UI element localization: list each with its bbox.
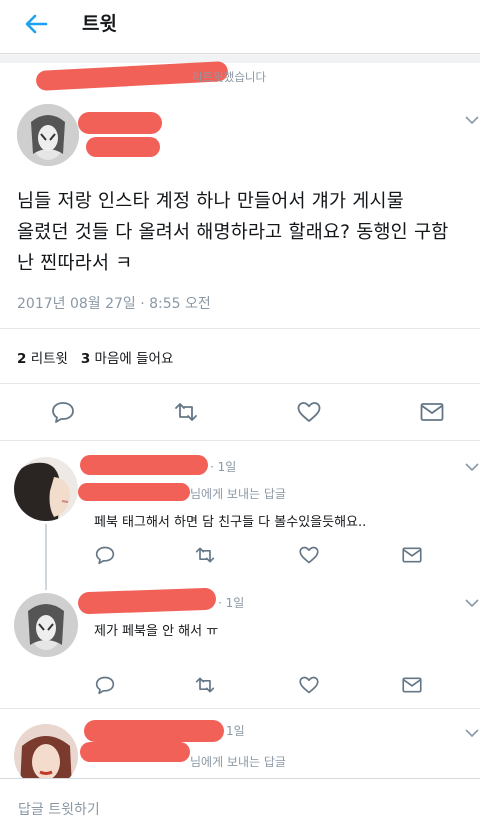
retweet-label: 리트윗 [30,351,68,367]
reply-time: · 1일 [210,460,237,474]
direct-message-icon[interactable] [419,400,445,424]
tweet-timestamp: 2017년 08월 27일 · 8:55 오전 [17,296,211,312]
like-icon[interactable] [298,675,320,695]
divider [0,440,480,441]
chevron-down-icon[interactable] [465,115,479,125]
divider [0,708,480,709]
back-arrow-icon[interactable] [22,10,50,38]
divider [0,383,480,384]
like-icon[interactable] [298,545,320,565]
thread-connector [45,524,47,590]
tweet-line: 난 찐따라서 ㅋ [17,253,133,274]
chevron-down-icon[interactable] [465,728,479,738]
tweet-line: 님들 저랑 인스타 계정 하나 만들어서 걔가 게시물 [17,191,404,212]
retweet-notice: 리트윗했습니다 [192,70,267,84]
reply-to-label: 님에게 보내는 답글 [190,755,286,769]
redacted-handle [80,742,190,762]
reply-text: 제가 페북을 안 해서 ㅠ [94,624,219,639]
retweet-icon[interactable] [194,545,216,565]
redacted-display-name [78,112,162,134]
redacted-reply-to [78,483,190,501]
separator-band [0,55,480,63]
page-title: 트윗 [82,13,117,35]
reply-icon[interactable] [50,400,76,424]
direct-message-icon[interactable] [401,545,423,565]
tweet-text: 님들 저랑 인스타 계정 하나 만들어서 걔가 게시물 올렸던 것들 다 올려서… [17,186,473,279]
avatar[interactable] [14,593,78,657]
redacted-display-name [80,455,208,475]
reply-icon[interactable] [94,675,116,695]
tweet-stats[interactable]: 2 리트윗 3 마음에 들어요 [17,347,173,367]
reply-to-label: 님에게 보내는 답글 [190,487,286,501]
avatar[interactable] [17,104,79,166]
redacted-handle [86,137,160,157]
reply-time: · 1일 [218,596,245,610]
avatar[interactable] [14,457,78,521]
like-icon[interactable] [296,400,322,424]
retweet-count: 2 [17,351,27,367]
reply-text: 페북 태그해서 하면 담 친구들 다 볼수있을듯해요.. [94,515,367,530]
chevron-down-icon[interactable] [465,598,479,608]
divider [0,328,480,329]
retweet-icon[interactable] [194,675,216,695]
like-count: 3 [80,351,91,367]
reply-compose-bar[interactable]: 답글 트윗하기 [0,778,480,834]
like-label: 마음에 들어요 [94,351,174,367]
redacted-display-name [84,720,224,742]
reply-icon[interactable] [94,545,116,565]
redacted-display-name [77,587,217,615]
retweet-icon[interactable] [173,400,199,424]
chevron-down-icon[interactable] [465,462,479,472]
reply-time: 1일 [226,724,245,738]
reply-compose-placeholder[interactable]: 답글 트윗하기 [18,799,100,819]
direct-message-icon[interactable] [401,675,423,695]
top-bar: 트윗 [0,0,480,54]
tweet-line: 올렸던 것들 다 올려서 해명하라고 할래요? 동행인 구함 [17,222,449,243]
